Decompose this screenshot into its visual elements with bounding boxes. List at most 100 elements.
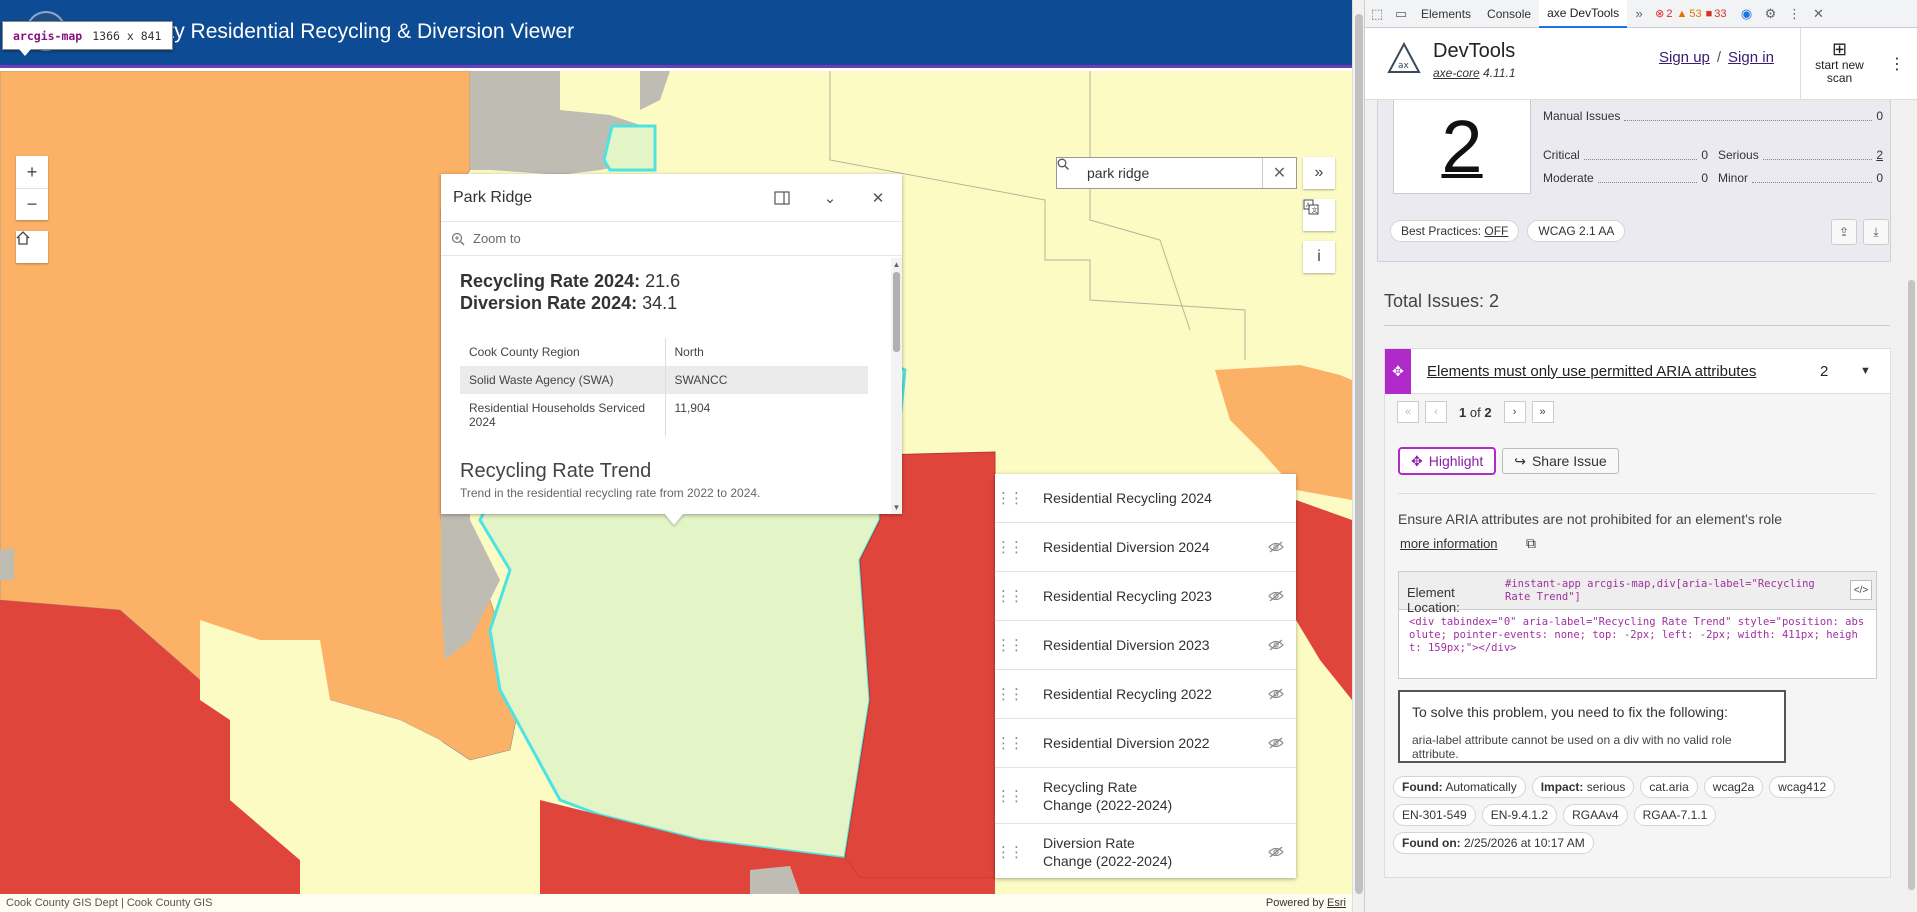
issue-pager: « ‹ 1 of 2 › » <box>1385 394 1890 430</box>
sign-up-link[interactable]: Sign up <box>1659 49 1710 66</box>
drag-handle-icon[interactable]: ⋮⋮ <box>995 685 1024 703</box>
tab-axe-devtools[interactable]: axe DevTools <box>1539 0 1628 28</box>
device-toggle-icon[interactable]: ▭ <box>1389 0 1413 28</box>
share-issue-button[interactable]: ↪ Share Issue <box>1502 448 1619 474</box>
moderate-value: 0 <box>1701 170 1708 185</box>
scroll-thumb[interactable] <box>1908 280 1915 890</box>
share-label: Share Issue <box>1531 453 1607 469</box>
drag-handle-icon[interactable]: ⋮⋮ <box>995 636 1024 654</box>
scroll-up-icon[interactable]: ▲ <box>891 260 902 269</box>
page-scrollbar[interactable] <box>1352 0 1364 912</box>
eye-off-icon <box>1268 639 1284 651</box>
download-icon[interactable]: ⤓ <box>1863 219 1889 245</box>
layer-item[interactable]: ⋮⋮ Residential Recycling 2022 <box>995 670 1296 719</box>
layer-item[interactable]: ⋮⋮ Residential Recycling 2024 <box>995 474 1296 523</box>
settings-gear-icon[interactable]: ⚙ <box>1759 0 1783 28</box>
layer-item[interactable]: ⋮⋮ Recycling Rate Change (2022-2024) <box>995 768 1296 824</box>
drag-handle-icon[interactable]: ⋮⋮ <box>995 489 1024 507</box>
attribution-text: Cook County GIS Dept | Cook County GIS <box>6 897 213 909</box>
prev-page-icon[interactable]: ‹ <box>1425 401 1447 423</box>
total-score[interactable]: 2 <box>1393 100 1531 194</box>
inspect-element-icon[interactable]: ⬚ <box>1365 0 1389 28</box>
layer-item[interactable]: ⋮⋮ Diversion Rate Change (2022-2024) <box>995 824 1296 880</box>
wcag-level[interactable]: WCAG 2.1 AA <box>1527 220 1626 242</box>
start-new-scan-button[interactable]: ⊞ start new scan <box>1800 28 1878 100</box>
issue-title[interactable]: Elements must only use permitted ARIA at… <box>1411 363 1820 380</box>
first-page-icon[interactable]: « <box>1397 401 1419 423</box>
ai-assist-icon[interactable]: ◉ <box>1735 0 1759 28</box>
visibility-toggle[interactable] <box>1256 688 1296 700</box>
drag-handle-icon[interactable]: ⋮⋮ <box>995 587 1024 605</box>
feature-popup: Park Ridge ⌄ ✕ Zoom to Recycling Rate 20… <box>441 174 902 514</box>
found-on-value: 2/25/2026 at 10:17 AM <box>1463 836 1585 850</box>
close-popup-button[interactable]: ✕ <box>854 174 902 222</box>
drag-handle-icon[interactable]: ⋮⋮ <box>995 734 1024 752</box>
visibility-toggle[interactable] <box>1256 737 1296 749</box>
axe-core-link[interactable]: axe-core <box>1433 66 1480 80</box>
next-page-icon[interactable]: › <box>1503 401 1526 423</box>
translate-button[interactable]: A文 <box>1303 199 1335 231</box>
best-practices-toggle[interactable]: Best Practices: OFF <box>1390 220 1520 242</box>
visibility-toggle[interactable] <box>1256 639 1296 651</box>
tab-console[interactable]: Console <box>1479 0 1539 28</box>
dock-button[interactable] <box>758 174 806 222</box>
highlight-button[interactable]: ✥ Highlight <box>1398 447 1497 475</box>
sign-in-link[interactable]: Sign in <box>1728 49 1774 66</box>
drag-handle-icon[interactable]: ⋮⋮ <box>995 843 1024 861</box>
tag-chip: wcag2a <box>1703 776 1764 798</box>
serious-value[interactable]: 2 <box>1876 148 1883 162</box>
info-button[interactable]: i <box>1303 241 1335 273</box>
warning-icon: ▲ <box>1676 7 1688 20</box>
esri-link[interactable]: Esri <box>1327 897 1346 909</box>
close-devtools-icon[interactable]: ✕ <box>1807 0 1831 28</box>
layer-item[interactable]: ⋮⋮ Residential Diversion 2022 <box>995 719 1296 768</box>
visibility-toggle[interactable] <box>1256 846 1296 858</box>
issues-count-badge[interactable]: ■ 33 <box>1706 8 1727 20</box>
summary-tools: ⇪ ⤓ <box>1831 219 1889 245</box>
issue-header[interactable]: ✥ Elements must only use permitted ARIA … <box>1385 348 1890 394</box>
scroll-thumb[interactable] <box>893 272 900 352</box>
axe-scrollbar[interactable] <box>1905 100 1917 912</box>
tag-chip: wcag412 <box>1769 776 1836 798</box>
last-page-icon[interactable]: » <box>1531 401 1554 423</box>
home-button[interactable] <box>16 231 48 263</box>
more-information-link[interactable]: more information <box>1400 536 1498 551</box>
location-selector[interactable]: #instant-app arcgis-map,div[aria-label="… <box>1505 578 1820 604</box>
severity-row: Critical 0 Serious 2 <box>1543 143 1883 166</box>
diversion-rate: Diversion Rate 2024: 34.1 <box>460 292 872 314</box>
zoom-to-action[interactable]: Zoom to <box>441 222 902 256</box>
devtools-tabbar: ⬚ ▭ Elements Console axe DevTools » ⊗ 2 ▲… <box>1365 0 1917 28</box>
clear-search-button[interactable]: ✕ <box>1262 158 1296 188</box>
search-input[interactable]: park ridge <box>1087 165 1262 181</box>
collapse-button[interactable]: ⌄ <box>806 174 854 222</box>
visibility-toggle[interactable] <box>1256 590 1296 602</box>
share-icon[interactable]: ⇪ <box>1831 219 1857 245</box>
warning-count-badge[interactable]: ▲ 53 <box>1676 8 1701 20</box>
divider <box>1398 493 1875 494</box>
more-tabs-icon[interactable]: » <box>1627 0 1651 28</box>
expand-right-button[interactable]: » <box>1303 157 1335 189</box>
drag-handle-icon[interactable]: ⋮⋮ <box>995 787 1024 805</box>
axe-menu-icon[interactable]: ⋮ <box>1889 54 1905 74</box>
external-link-icon[interactable]: ⧉ <box>1526 535 1536 552</box>
tag-chip: RGAA-7.1.1 <box>1633 804 1717 826</box>
layer-item[interactable]: ⋮⋮ Residential Diversion 2023 <box>995 621 1296 670</box>
issue-card: ✥ Elements must only use permitted ARIA … <box>1384 348 1891 878</box>
zoom-out-button[interactable]: − <box>16 188 48 220</box>
popup-scrollbar[interactable]: ▲ ▼ <box>891 258 902 514</box>
tab-elements[interactable]: Elements <box>1413 0 1479 28</box>
code-toggle-icon[interactable]: </> <box>1850 580 1872 600</box>
layer-item[interactable]: ⋮⋮ Residential Diversion 2024 <box>995 523 1296 572</box>
zoom-in-button[interactable]: + <box>16 156 48 188</box>
issue-description: Ensure ARIA attributes are not prohibite… <box>1398 511 1783 527</box>
caret-down-icon[interactable]: ▼ <box>1860 365 1890 377</box>
scroll-down-icon[interactable]: ▼ <box>891 503 902 512</box>
visibility-toggle[interactable] <box>1256 541 1296 553</box>
error-count-badge[interactable]: ⊗ 2 <box>1655 7 1672 21</box>
layer-name: Recycling Rate Change (2022-2024) <box>1043 778 1173 813</box>
app-title: unty Residential Recycling & Diversion V… <box>145 20 575 43</box>
drag-handle-icon[interactable]: ⋮⋮ <box>995 538 1024 556</box>
layer-item[interactable]: ⋮⋮ Residential Recycling 2023 <box>995 572 1296 621</box>
kebab-menu-icon[interactable]: ⋮ <box>1783 0 1807 28</box>
scroll-thumb[interactable] <box>1355 14 1363 894</box>
